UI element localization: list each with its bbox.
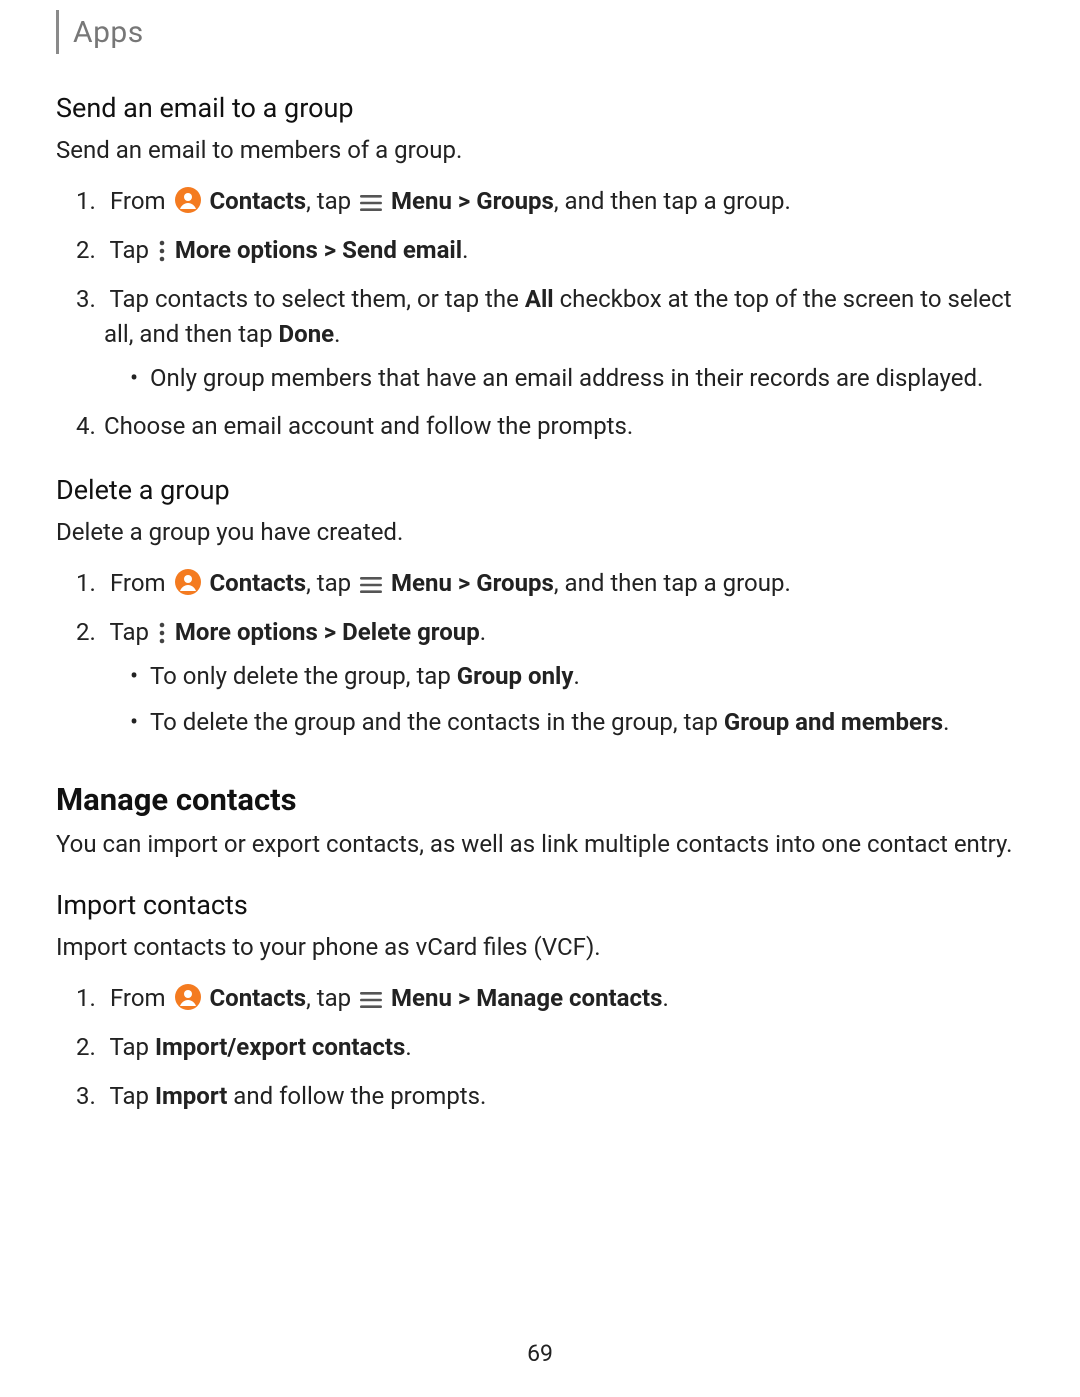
step-2: Tap Import/export contacts. — [56, 1030, 1024, 1065]
more-options-icon — [158, 622, 166, 644]
heading-delete-group: Delete a group — [56, 474, 1024, 506]
steps-delete-group: From Contacts, tap Menu > Groups, and th… — [56, 566, 1024, 739]
heading-send-email-group: Send an email to a group — [56, 92, 1024, 124]
intro-send-email-group: Send an email to members of a group. — [56, 134, 1024, 166]
contacts-icon — [175, 569, 201, 595]
more-options-icon — [158, 240, 166, 262]
intro-delete-group: Delete a group you have created. — [56, 516, 1024, 548]
contacts-icon — [175, 984, 201, 1010]
step-2: Tap More options > Delete group. To only… — [56, 615, 1024, 739]
page-number: 69 — [0, 1340, 1080, 1367]
step-1: From Contacts, tap Menu > Groups, and th… — [56, 184, 1024, 219]
menu-icon — [360, 990, 382, 1010]
bullet: Only group members that have an email ad… — [104, 362, 1024, 396]
heading-manage-contacts: Manage contacts — [56, 781, 1024, 818]
step-3-bullets: Only group members that have an email ad… — [104, 362, 1024, 396]
step-1: From Contacts, tap Menu > Manage contact… — [56, 981, 1024, 1016]
step-1: From Contacts, tap Menu > Groups, and th… — [56, 566, 1024, 601]
intro-import-contacts: Import contacts to your phone as vCard f… — [56, 931, 1024, 963]
menu-icon — [360, 575, 382, 595]
step-3: Tap Import and follow the prompts. — [56, 1079, 1024, 1114]
page-header: Apps — [56, 0, 1024, 54]
steps-import-contacts: From Contacts, tap Menu > Manage contact… — [56, 981, 1024, 1113]
step-3: Tap contacts to select them, or tap the … — [56, 282, 1024, 395]
step-2: Tap More options > Send email. — [56, 233, 1024, 268]
intro-manage-contacts: You can import or export contacts, as we… — [56, 828, 1024, 860]
steps-send-email-group: From Contacts, tap Menu > Groups, and th… — [56, 184, 1024, 444]
bullet: To only delete the group, tap Group only… — [104, 660, 1024, 694]
bullet: To delete the group and the contacts in … — [104, 706, 1024, 740]
header-rule — [56, 10, 59, 54]
page: Apps Send an email to a group Send an em… — [0, 0, 1080, 1397]
heading-import-contacts: Import contacts — [56, 889, 1024, 921]
header-title: Apps — [73, 15, 144, 50]
menu-icon — [360, 193, 382, 213]
contacts-icon — [175, 187, 201, 213]
step-4: Choose an email account and follow the p… — [56, 409, 1024, 444]
step-2-bullets: To only delete the group, tap Group only… — [104, 660, 1024, 739]
